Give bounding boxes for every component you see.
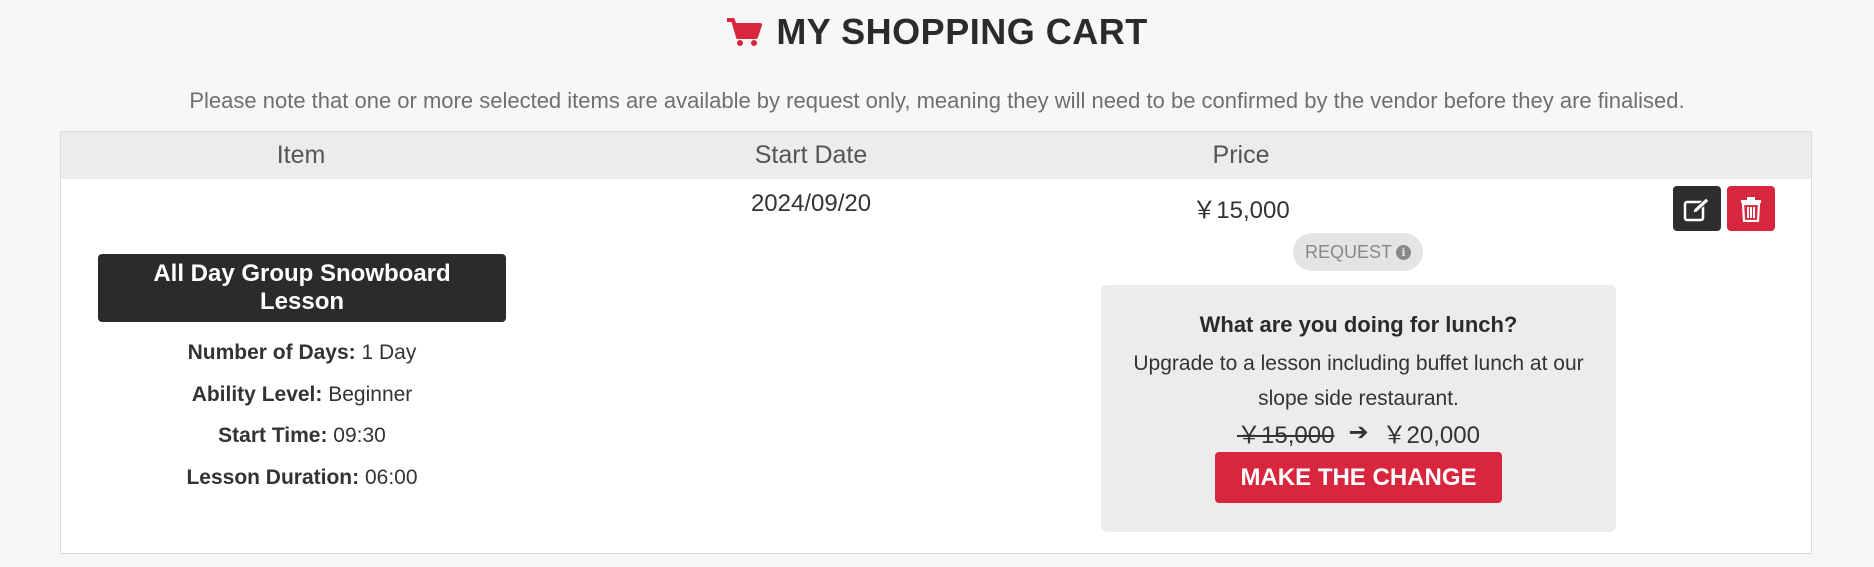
- product-details: Number of Days: 1 Day Ability Level: Beg…: [98, 332, 506, 498]
- page-title: MY SHOPPING CART: [776, 11, 1148, 52]
- detail-value: 09:30: [333, 424, 386, 447]
- detail-label: Lesson Duration:: [186, 465, 360, 489]
- edit-button[interactable]: [1673, 186, 1721, 231]
- detail-start-time: Start Time: 09:30: [98, 415, 506, 457]
- info-icon[interactable]: i: [1396, 244, 1411, 260]
- new-price: ￥20,000: [1382, 421, 1480, 449]
- detail-ability-level: Ability Level: Beginner: [98, 374, 506, 416]
- cart-item: All Day Group Snowboard Lesson Number of…: [98, 254, 506, 498]
- old-price: ￥15,000: [1237, 421, 1335, 449]
- lunch-upsell-panel: What are you doing for lunch? Upgrade to…: [1101, 285, 1616, 532]
- detail-label: Number of Days:: [187, 341, 356, 364]
- request-notice: Please note that one or more selected it…: [189, 88, 1685, 113]
- detail-value: 1 Day: [361, 341, 417, 364]
- price-change: ￥15,000 ➔ ￥20,000: [1101, 416, 1616, 449]
- start-date-value: 2024/09/20: [750, 190, 872, 217]
- make-the-change-button[interactable]: MAKE THE CHANGE: [1215, 452, 1502, 503]
- column-header-start-date: Start Date: [754, 141, 868, 169]
- table-header: Item Start Date Price: [61, 132, 1811, 179]
- detail-number-of-days: Number of Days: 1 Day: [98, 332, 506, 374]
- detail-label: Start Time:: [218, 424, 328, 447]
- delete-button[interactable]: [1727, 186, 1775, 231]
- cart-table: Item Start Date Price All Day Group Snow…: [60, 131, 1812, 554]
- edit-icon: [1683, 196, 1710, 221]
- detail-value: 06:00: [364, 465, 418, 489]
- detail-label: Ability Level:: [191, 382, 323, 406]
- column-header-price: Price: [1212, 141, 1270, 169]
- price-value: ￥15,000: [1192, 197, 1290, 224]
- product-title: All Day Group Snowboard Lesson: [98, 254, 506, 322]
- column-header-item: Item: [276, 141, 326, 169]
- detail-lesson-duration: Lesson Duration: 06:00: [98, 457, 506, 499]
- trash-icon: [1741, 196, 1761, 222]
- page-header: MY SHOPPING CART: [0, 0, 1874, 64]
- upsell-description: Upgrade to a lesson including buffet lun…: [1133, 352, 1584, 410]
- upsell-title: What are you doing for lunch?: [1199, 312, 1518, 337]
- arrow-right-icon: ➔: [1348, 418, 1369, 446]
- detail-value: Beginner: [328, 382, 413, 406]
- cart-icon: [727, 18, 763, 46]
- request-badge-label: REQUEST: [1304, 241, 1392, 262]
- request-status-badge[interactable]: REQUEST i: [1293, 233, 1423, 271]
